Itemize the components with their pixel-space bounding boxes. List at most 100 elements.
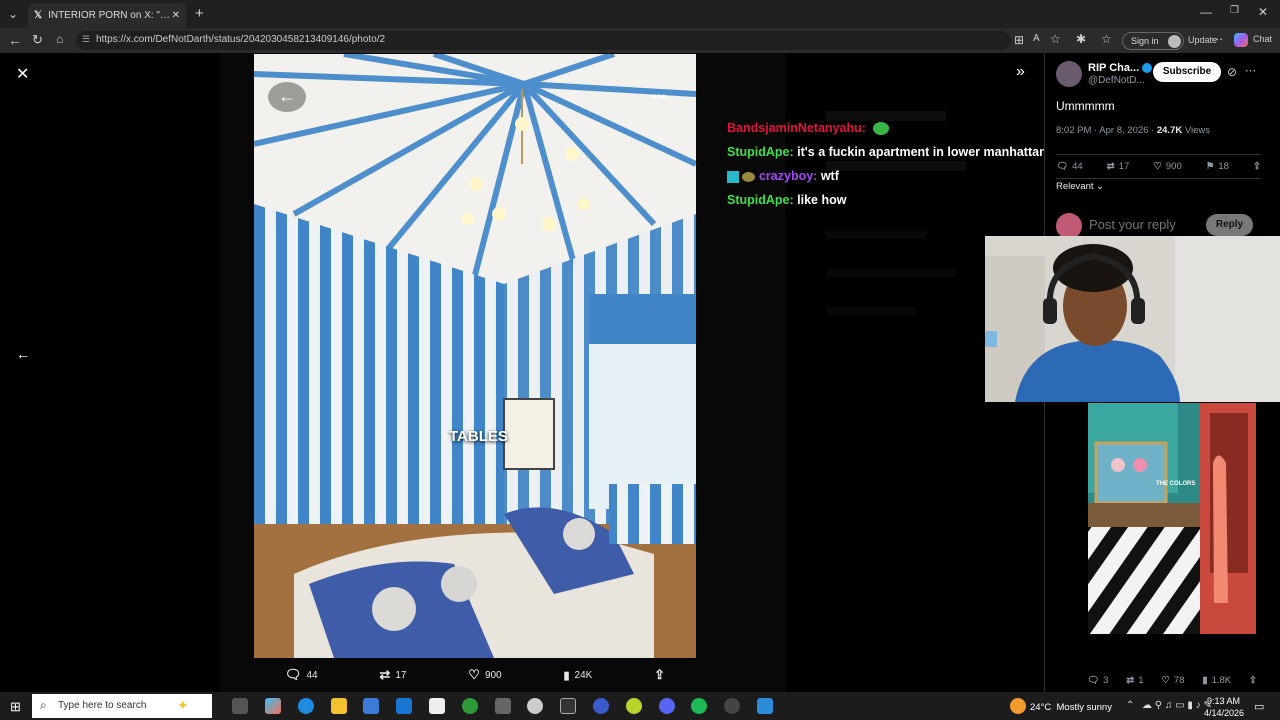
tweet-meta: 8:02 PM · Apr 8, 2026 · 24.7K Views bbox=[1056, 125, 1210, 136]
like-button[interactable]: ♡ 900 bbox=[1153, 161, 1181, 172]
tweet-views-label: Views bbox=[1184, 125, 1211, 136]
search-icon: ⌕ bbox=[40, 698, 47, 712]
reply-action[interactable]: 🗨 44 bbox=[285, 667, 318, 683]
more-options-icon[interactable]: ••• bbox=[652, 88, 667, 104]
previous-photo-icon[interactable]: ← bbox=[16, 346, 30, 362]
badge-icon bbox=[727, 170, 739, 183]
x-logo-icon: 𝕏 bbox=[34, 10, 43, 21]
tray-overflow-icon[interactable]: ⌃ bbox=[1126, 700, 1134, 711]
browser-tab-bar: ⌄ 𝕏 INTERIOR PORN on X: "how is it e ✕ +… bbox=[0, 0, 1280, 28]
collapse-panel-icon[interactable]: » bbox=[1016, 63, 1025, 81]
tweet-photo[interactable]: ← ••• TABLES bbox=[254, 54, 696, 658]
taskbar-search[interactable]: ⌕ Type here to search ✦ bbox=[32, 694, 212, 718]
window-awning bbox=[589, 294, 696, 344]
app-icon[interactable] bbox=[495, 698, 511, 714]
app-icon-2[interactable] bbox=[527, 698, 543, 714]
mail-icon[interactable] bbox=[396, 698, 412, 714]
app-icon-4[interactable] bbox=[626, 698, 642, 714]
heart-icon: ♡ bbox=[468, 667, 480, 682]
discord-icon[interactable] bbox=[659, 698, 675, 714]
app-icon-5[interactable] bbox=[757, 698, 773, 714]
close-tab-icon[interactable]: ✕ bbox=[172, 10, 180, 21]
minimize-icon[interactable]: — bbox=[1200, 6, 1212, 18]
back-icon[interactable]: ← bbox=[8, 33, 22, 47]
clip-frame bbox=[1088, 403, 1256, 634]
sign-in-button[interactable]: Sign in bbox=[1122, 32, 1184, 50]
tweet-views: 24.7K bbox=[1156, 125, 1183, 136]
share-button[interactable]: ⇪ bbox=[1253, 161, 1261, 172]
notifications-icon[interactable]: ▭ bbox=[1254, 700, 1264, 713]
tab-list-icon[interactable]: ⌄ bbox=[8, 8, 18, 20]
url-text: https://x.com/DefNotDarth/status/2042030… bbox=[96, 34, 386, 45]
bookmark-button[interactable]: ⚑ 18 bbox=[1206, 161, 1229, 172]
more-icon[interactable]: ⋯ bbox=[1211, 33, 1223, 45]
refresh-icon[interactable]: ↻ bbox=[32, 33, 43, 46]
close-viewer-icon[interactable]: ✕ bbox=[16, 64, 29, 84]
views-action[interactable]: ▮ 24K bbox=[563, 669, 592, 682]
tray-icons[interactable]: ☁ ⚲ ♫ ▭ ▮ ♪ ✎ bbox=[1142, 700, 1212, 711]
clip-views-button[interactable]: ▮ 1.8K bbox=[1202, 675, 1231, 686]
author-handle[interactable]: @DefNotD... bbox=[1088, 75, 1145, 86]
heart-icon: ♡ bbox=[1161, 675, 1170, 686]
copilot-taskbar-icon[interactable] bbox=[265, 698, 281, 714]
reply-submit-button[interactable]: Reply bbox=[1206, 214, 1253, 236]
reply-button[interactable]: 🗨 44 bbox=[1056, 161, 1083, 172]
chat-label[interactable]: Chat bbox=[1253, 35, 1272, 44]
spotify-icon[interactable] bbox=[691, 698, 707, 714]
extensions-icon[interactable]: ✱ bbox=[1076, 33, 1086, 45]
favorite-icon[interactable]: ☆ bbox=[1050, 33, 1061, 45]
windows-start-icon[interactable]: ⊞ bbox=[10, 699, 21, 715]
tweet-more-icon[interactable]: ⋯ bbox=[1245, 64, 1256, 77]
task-view-icon[interactable] bbox=[232, 698, 248, 714]
url-field[interactable]: ☰ https://x.com/DefNotDarth/status/20420… bbox=[76, 31, 1011, 50]
reply-input[interactable]: Post your reply bbox=[1089, 217, 1176, 232]
like-action[interactable]: ♡ 900 bbox=[468, 667, 501, 683]
chat-message-1: BandsjaminNetanyahu: bbox=[727, 121, 890, 136]
browser-tab[interactable]: 𝕏 INTERIOR PORN on X: "how is it e ✕ bbox=[28, 3, 186, 28]
reply-sort-dropdown[interactable]: Relevant ⌄ bbox=[1056, 181, 1104, 192]
clock-time[interactable]: 9:13 AM bbox=[1207, 696, 1240, 706]
clip-like-button[interactable]: ♡ 78 bbox=[1161, 675, 1184, 686]
store-icon[interactable] bbox=[363, 698, 379, 714]
notepad-icon[interactable] bbox=[429, 698, 445, 714]
grok-icon[interactable]: ⊘ bbox=[1227, 65, 1237, 79]
site-info-icon[interactable]: ☰ bbox=[82, 34, 90, 45]
read-aloud-icon[interactable]: A bbox=[1033, 34, 1040, 44]
reply-icon: 🗨 bbox=[1056, 161, 1069, 172]
tweet-time: 8:02 PM · Apr 8, 2026 · bbox=[1056, 125, 1157, 136]
epic-games-icon[interactable] bbox=[560, 698, 576, 714]
share-icon: ⇪ bbox=[1249, 675, 1257, 686]
app-icon-3[interactable] bbox=[593, 698, 609, 714]
app-available-icon[interactable]: ⊞ bbox=[1014, 34, 1024, 46]
clip-repost-button[interactable]: ⇄ 1 bbox=[1126, 675, 1143, 686]
copilot-icon[interactable] bbox=[1234, 33, 1248, 47]
clip-caption: THE COLORS bbox=[1156, 481, 1196, 487]
author-name[interactable]: RIP Cha... bbox=[1088, 62, 1153, 74]
repost-action[interactable]: ⇄ 17 bbox=[379, 667, 406, 683]
obs-icon[interactable] bbox=[724, 698, 740, 714]
clip-reply-button[interactable]: 🗨 3 bbox=[1087, 675, 1108, 686]
clock-date[interactable]: 4/14/2026 bbox=[1204, 708, 1244, 718]
weather-text[interactable]: 24°C Mostly sunny bbox=[1030, 702, 1112, 713]
subscribe-button[interactable]: Subscribe bbox=[1153, 62, 1221, 82]
chat-user: StupidApe bbox=[727, 145, 790, 159]
person bbox=[1213, 455, 1228, 603]
reply-icon: 🗨 bbox=[1087, 675, 1100, 686]
clip-share-button[interactable]: ⇪ bbox=[1249, 675, 1257, 686]
repost-button[interactable]: ⇄ 17 bbox=[1107, 161, 1130, 172]
edge-icon[interactable] bbox=[298, 698, 314, 714]
home-icon[interactable]: ⌂ bbox=[56, 33, 63, 45]
xbox-icon[interactable] bbox=[462, 698, 478, 714]
reply-icon: 🗨 bbox=[284, 667, 302, 682]
embedded-video-clip[interactable]: THE COLORS bbox=[1088, 403, 1256, 634]
file-explorer-icon[interactable] bbox=[331, 698, 347, 714]
favorites-icon[interactable]: ☆ bbox=[1101, 33, 1112, 45]
back-arrow-icon[interactable]: ← bbox=[268, 82, 306, 112]
author-avatar[interactable] bbox=[1056, 61, 1082, 87]
share-action[interactable]: ⇪ bbox=[654, 667, 665, 683]
window-close-icon[interactable]: ✕ bbox=[1258, 6, 1268, 18]
weather-icon[interactable] bbox=[1010, 698, 1026, 714]
restore-icon[interactable]: ❐ bbox=[1230, 6, 1239, 16]
new-tab-icon[interactable]: + bbox=[195, 6, 204, 21]
webcam-feed bbox=[985, 236, 1280, 402]
